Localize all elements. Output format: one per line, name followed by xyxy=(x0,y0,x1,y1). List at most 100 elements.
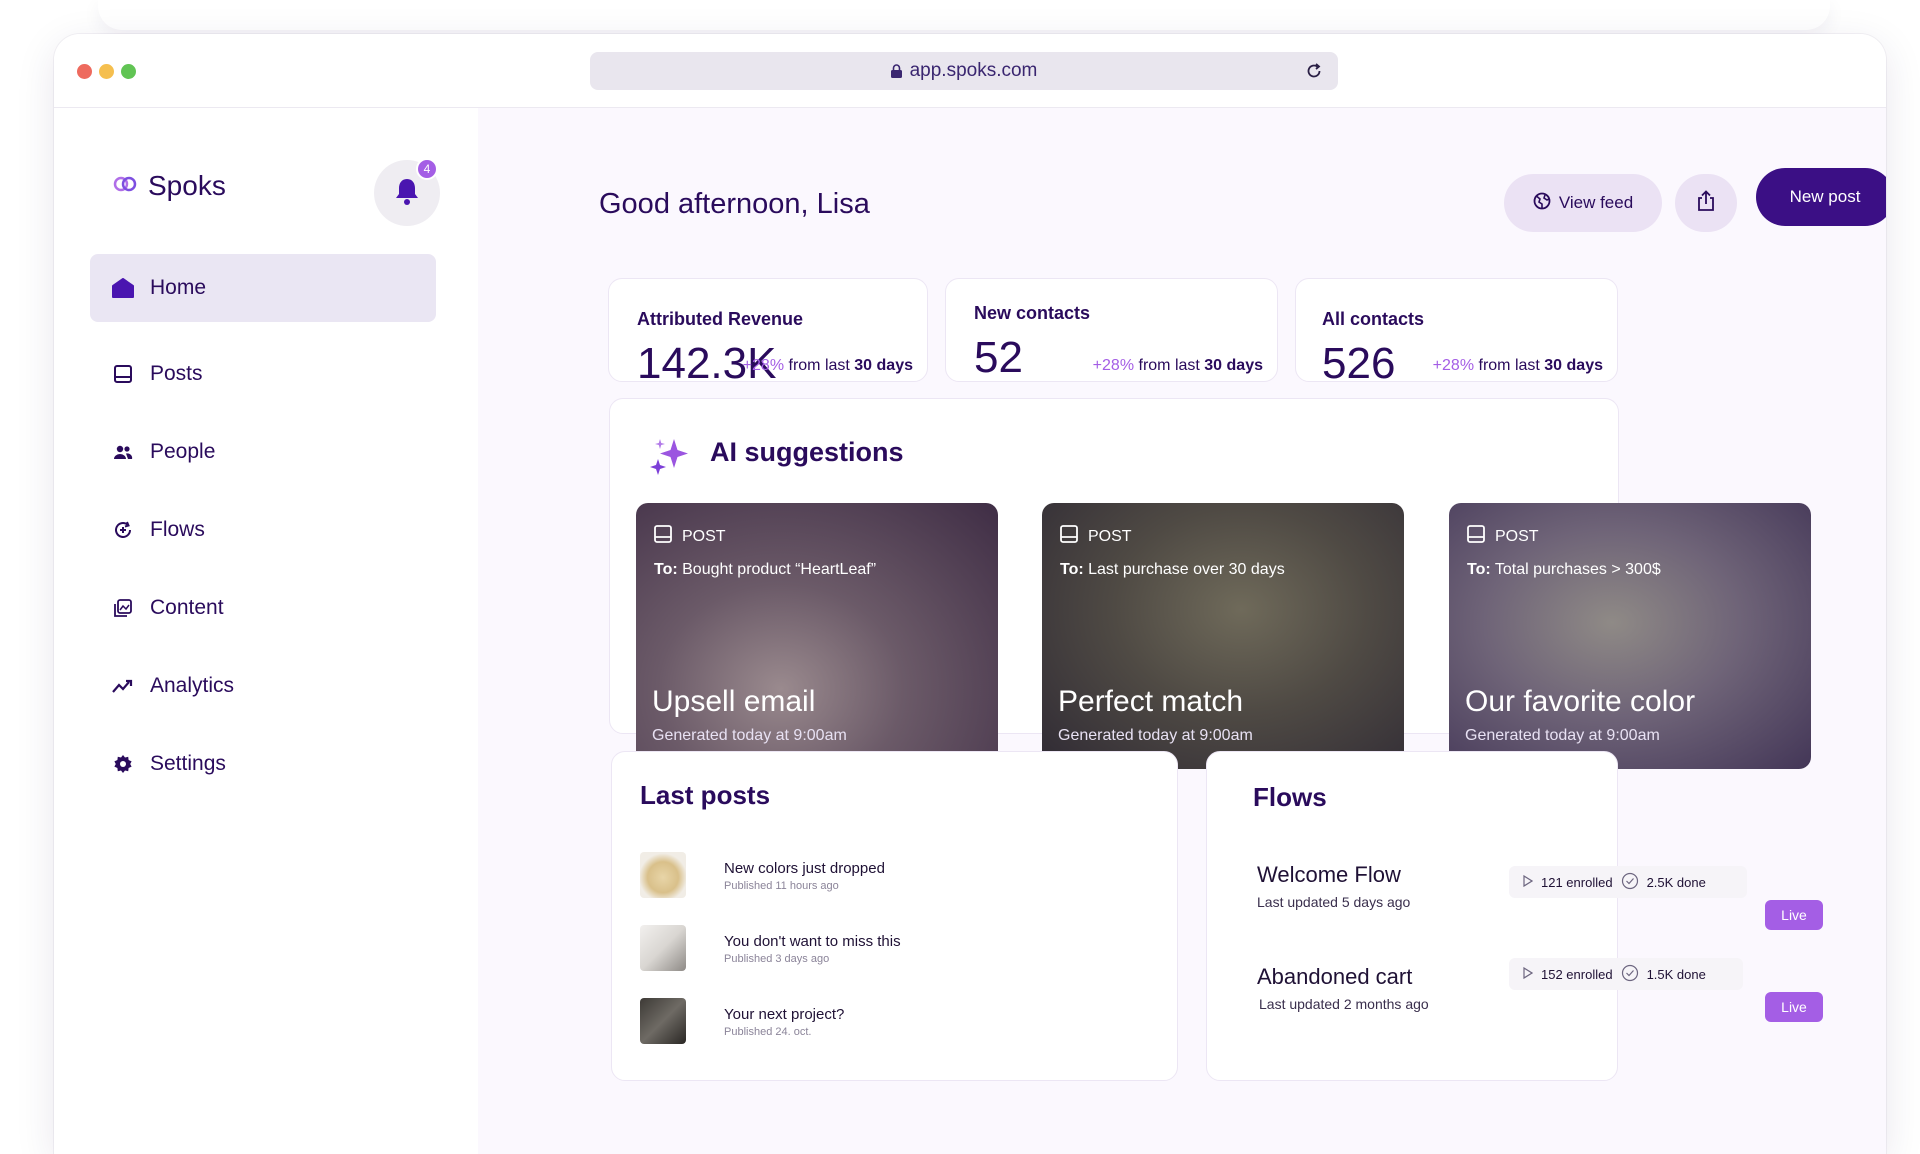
stat-delta: +28% from last 30 days xyxy=(743,357,913,375)
main-content: Good afternoon, Lisa View feed New post … xyxy=(478,108,1886,1154)
list-item[interactable]: New colors just dropped Published 11 hou… xyxy=(640,852,1160,902)
suggestion-card[interactable]: POST To: Total purchases > 300$ Our favo… xyxy=(1449,503,1811,769)
suggestion-type: POST xyxy=(1467,525,1539,548)
sidebar-item-home[interactable]: Home xyxy=(90,254,436,322)
ai-suggestions-title: AI suggestions xyxy=(710,437,904,467)
flow-stats: 121 enrolled 2.5K done xyxy=(1509,866,1747,898)
suggestion-generated: Generated today at 9:00am xyxy=(1058,727,1253,744)
done-count: 2.5K done xyxy=(1646,874,1706,890)
stat-card-new-contacts: New contacts 52 +28% from last 30 days xyxy=(945,278,1278,382)
sidebar-nav: Home Posts People Flows Content Analytic… xyxy=(90,254,436,808)
flow-name[interactable]: Welcome Flow xyxy=(1257,862,1401,888)
flow-name[interactable]: Abandoned cart xyxy=(1257,964,1412,990)
reload-icon[interactable] xyxy=(1304,61,1324,81)
post-thumbnail xyxy=(640,998,686,1044)
suggestion-generated: Generated today at 9:00am xyxy=(652,727,847,744)
ai-suggestions-panel: AI suggestions POST To: Bought product “… xyxy=(609,398,1811,769)
background-window xyxy=(98,0,1830,30)
posts-icon xyxy=(654,525,672,548)
flows-icon xyxy=(112,519,134,541)
sidebar-item-label: Analytics xyxy=(150,674,235,697)
close-window-button[interactable] xyxy=(77,64,92,79)
sidebar: Spoks 4 Home Posts People Flows Content … xyxy=(54,108,478,1154)
minimize-window-button[interactable] xyxy=(99,64,114,79)
post-thumbnail xyxy=(640,925,686,971)
notifications-button[interactable]: 4 xyxy=(374,158,440,226)
post-published: Published 3 days ago xyxy=(724,953,830,965)
stat-label: Attributed Revenue xyxy=(637,309,804,329)
stat-label: All contacts xyxy=(1322,309,1425,329)
suggestion-type-label: POST xyxy=(1088,527,1132,545)
play-icon xyxy=(1523,966,1534,982)
play-icon xyxy=(1523,874,1534,890)
stat-delta-percent: +28% xyxy=(742,357,785,374)
flows-panel: Flows Welcome Flow Last updated 5 days a… xyxy=(1206,751,1747,1081)
new-post-button[interactable]: New post xyxy=(1756,168,1886,226)
address-bar[interactable]: app.spoks.com xyxy=(590,52,1338,90)
post-title: New colors just dropped xyxy=(724,860,885,877)
stat-delta: +28% from last 30 days xyxy=(1093,357,1263,375)
lock-icon xyxy=(890,64,902,78)
sidebar-item-people[interactable]: People xyxy=(90,418,436,486)
sidebar-item-label: Settings xyxy=(150,752,226,775)
audience-value: Bought product “HeartLeaf” xyxy=(677,561,877,578)
audience-label: To: xyxy=(1467,561,1491,578)
maximize-window-button[interactable] xyxy=(121,64,136,79)
suggestion-audience: To: Bought product “HeartLeaf” xyxy=(654,561,876,579)
view-feed-button[interactable]: View feed xyxy=(1504,174,1662,232)
post-thumbnail xyxy=(640,852,686,898)
stat-delta-percent: +28% xyxy=(1432,357,1475,374)
suggestion-title: Upsell email xyxy=(652,685,816,718)
suggestion-type-label: POST xyxy=(682,527,726,545)
content-icon xyxy=(112,597,134,619)
enrolled-count: 152 enrolled xyxy=(1541,966,1613,982)
suggestion-type: POST xyxy=(1060,525,1132,548)
flows-title: Flows xyxy=(1253,782,1327,812)
stat-delta-text: from last xyxy=(1134,357,1205,374)
suggestion-audience: To: Last purchase over 30 days xyxy=(1060,561,1285,579)
stat-value: 52 xyxy=(974,333,1023,382)
list-item[interactable]: Your next project? Published 24. oct. xyxy=(640,998,1160,1048)
sidebar-item-label: Posts xyxy=(150,362,203,385)
sidebar-item-settings[interactable]: Settings xyxy=(90,730,436,798)
post-title: You don't want to miss this xyxy=(724,933,901,950)
flow-updated: Last updated 2 months ago xyxy=(1259,996,1429,1012)
browser-titlebar: app.spoks.com xyxy=(54,34,1886,108)
page-title: Good afternoon, Lisa xyxy=(599,188,870,220)
list-item[interactable]: You don't want to miss this Published 3 … xyxy=(640,925,1160,975)
sidebar-item-label: Home xyxy=(150,276,207,299)
stat-delta-period: 30 days xyxy=(1204,357,1263,374)
brand-name: Spoks xyxy=(148,170,226,201)
globe-icon xyxy=(1533,192,1551,215)
sidebar-item-analytics[interactable]: Analytics xyxy=(90,652,436,720)
stat-card-revenue: Attributed Revenue 142.3K +28% from last… xyxy=(608,278,928,388)
brand[interactable]: Spoks xyxy=(112,170,226,202)
post-published: Published 24. oct. xyxy=(724,1026,812,1038)
status-badge[interactable]: Live xyxy=(1765,900,1823,930)
sidebar-item-posts[interactable]: Posts xyxy=(90,340,436,408)
check-circle-icon xyxy=(1621,872,1639,893)
browser-window: app.spoks.com Spoks 4 Home Posts People … xyxy=(54,34,1886,1154)
suggestion-type-label: POST xyxy=(1495,527,1539,545)
sidebar-item-label: Content xyxy=(150,596,224,619)
audience-label: To: xyxy=(654,561,678,578)
share-icon xyxy=(1697,189,1715,217)
stat-delta-text: from last xyxy=(1474,357,1545,374)
share-button[interactable] xyxy=(1675,174,1737,232)
posts-icon xyxy=(112,363,134,385)
sidebar-item-label: People xyxy=(150,440,216,463)
suggestion-type: POST xyxy=(654,525,726,548)
status-badge[interactable]: Live xyxy=(1765,992,1823,1022)
last-posts-title: Last posts xyxy=(640,780,771,810)
suggestion-generated: Generated today at 9:00am xyxy=(1465,727,1660,744)
post-published: Published 11 hours ago xyxy=(724,880,839,892)
suggestion-title: Perfect match xyxy=(1058,685,1244,718)
stat-card-all-contacts: All contacts 526 +28% from last 30 days xyxy=(1295,278,1618,388)
sparkles-icon xyxy=(648,437,690,480)
stat-label: New contacts xyxy=(974,303,1091,323)
sidebar-item-flows[interactable]: Flows xyxy=(90,496,436,564)
suggestion-card[interactable]: POST To: Bought product “HeartLeaf” Upse… xyxy=(636,503,998,769)
sidebar-item-content[interactable]: Content xyxy=(90,574,436,642)
audience-value: Last purchase over 30 days xyxy=(1083,561,1285,578)
suggestion-card[interactable]: POST To: Last purchase over 30 days Perf… xyxy=(1042,503,1404,769)
